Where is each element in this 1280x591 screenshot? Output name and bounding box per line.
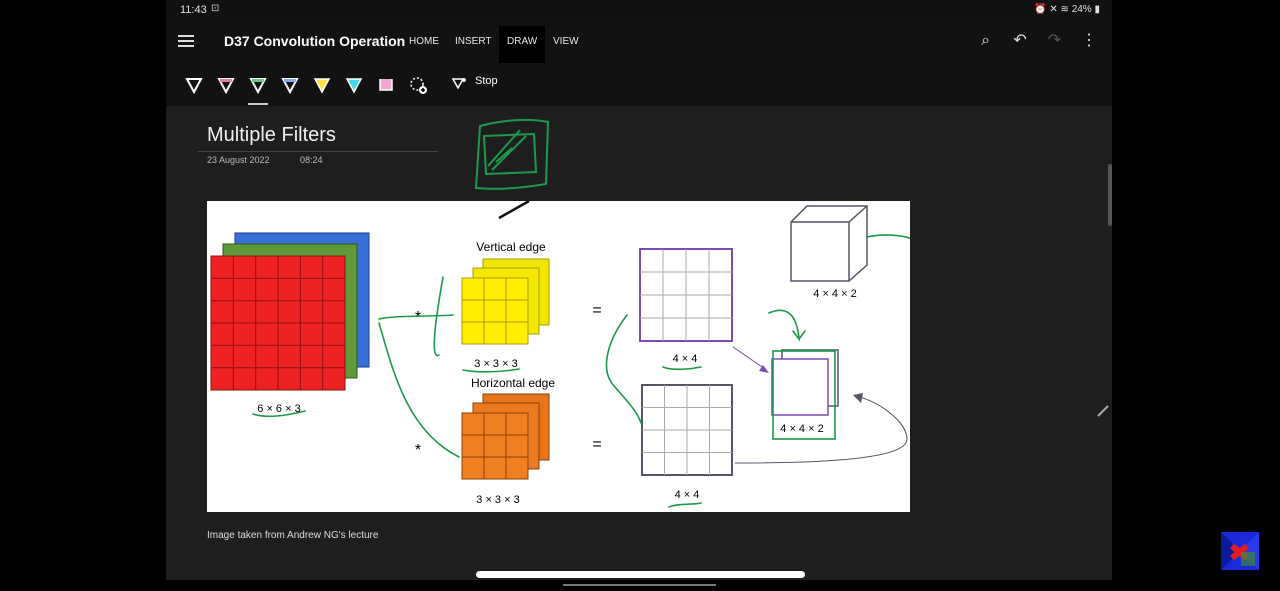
ink-scribble-box [474,118,550,190]
conv-operator-2: * [415,442,421,459]
output-cube [790,205,868,282]
equals-operator-1: = [592,302,601,319]
battery-text: 24% [1071,4,1092,15]
status-bar: 11:43 ⊡ ⏰ ✕ ≋ 24% ▮ [166,0,1112,20]
filter1-front [461,277,529,345]
channel-logo [1221,532,1259,570]
highlighter-yellow-icon[interactable] [312,75,332,95]
draw-toolbar: Stop [166,63,1112,106]
arrow-output1-to-stack [732,346,766,370]
ink-arrow-cube [866,234,910,240]
mute-icon: ✕ [1049,4,1058,15]
tab-home[interactable]: HOME [409,36,439,47]
app-bar: D37 Convolution Operation HOME INSERT DR… [166,20,1112,63]
lasso-add-icon[interactable] [408,75,428,95]
selected-pen-indicator [248,103,268,105]
battery-icon: ▮ [1094,4,1100,15]
filter2-title: Horizontal edge [471,376,555,390]
document-title: D37 Convolution Operation [224,33,406,49]
tab-insert[interactable]: INSERT [455,36,492,47]
output2-size-label: 4 × 4 [675,489,700,501]
multiple-filters-diagram: 6 × 6 × 3 Vertical edge 3 × 3 × 3 Horizo… [210,201,910,508]
hamburger-menu-icon[interactable] [178,32,194,52]
status-time: 11:43 [180,4,207,16]
pen-green-icon[interactable] [248,75,268,95]
highlighter-pink-icon[interactable] [376,75,396,95]
tab-draw[interactable]: DRAW [499,26,546,63]
image-caption: Image taken from Andrew NG's lecture [207,530,379,541]
more-options-icon[interactable]: ⋮ [1074,30,1104,50]
undo-icon[interactable]: ↶ [1005,30,1035,50]
pen-white-icon[interactable] [184,75,204,95]
pen-blue-icon[interactable] [280,75,300,95]
ink-stroke-conv2 [378,322,460,458]
screen-record-icon: ⊡ [211,3,220,14]
page-title: Multiple Filters [207,124,336,146]
equals-operator-2: = [592,436,601,453]
ink-arrow-down [768,309,806,342]
stop-button[interactable]: Stop [475,75,498,87]
page-date: 23 August 2022 [207,155,270,165]
highlighter-cyan-icon[interactable] [344,75,364,95]
stylus-cursor-icon [1097,405,1109,417]
tab-view[interactable]: VIEW [553,36,579,47]
nav-gesture-line [563,584,716,586]
tablet-screen: 11:43 ⊡ ⏰ ✕ ≋ 24% ▮ D37 Convolution Oper… [166,0,1112,580]
status-icons: ⏰ ✕ ≋ 24% ▮ [1034,4,1100,15]
note-canvas[interactable]: Multiple Filters 23 August 2022 08:24 6 … [166,106,1112,580]
search-icon[interactable]: ⌕ [971,32,1001,50]
ink-underline-output2 [668,502,702,508]
wifi-icon: ≋ [1060,4,1069,15]
lecture-image: 6 × 6 × 3 Vertical edge 3 × 3 × 3 Horizo… [207,201,910,512]
arrow-head-2 [853,393,863,403]
filter1-title: Vertical edge [476,240,546,254]
ink-black-stroke [498,201,530,220]
filter1-size-label: 3 × 3 × 3 [474,358,517,370]
output1-size-label: 4 × 4 [673,353,698,365]
page-time: 08:24 [300,155,323,165]
ink-underline-output1 [662,366,702,371]
filter2-front [461,412,529,480]
stacked-output-size-label: 4 × 4 × 2 [780,423,823,435]
redo-icon[interactable]: ↷ [1040,30,1070,50]
cube-size-label: 4 × 4 × 2 [813,288,856,300]
filter2-size-label: 3 × 3 × 3 [476,494,519,506]
conv-operator-1: * [415,309,421,326]
ink-brace-output [605,314,642,424]
app-bar-actions: ⌕ ↶ ↷ ⋮ [971,30,1104,50]
stacked-output-front [771,358,829,416]
pen-pink-icon[interactable] [216,75,236,95]
vertical-scrollbar[interactable] [1108,164,1112,226]
ink-to-shape-icon[interactable] [450,75,470,95]
title-divider [198,151,438,152]
home-indicator[interactable] [476,571,805,578]
alarm-icon: ⏰ [1034,4,1047,15]
